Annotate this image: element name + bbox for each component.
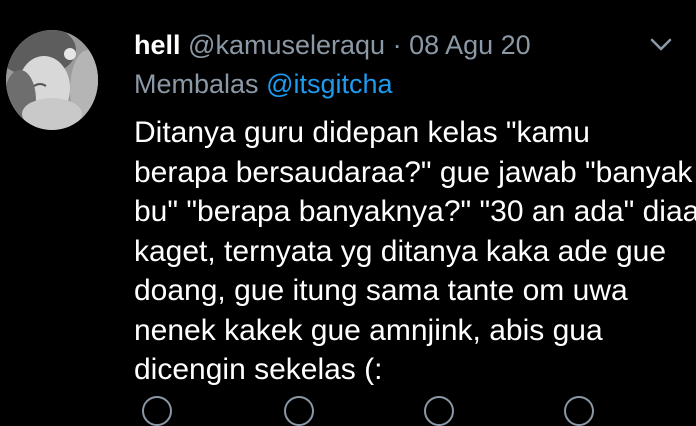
reply-prefix: Membalas (134, 69, 259, 99)
display-name[interactable]: hell (134, 30, 181, 60)
reply-context: Membalas @itsgitcha (134, 67, 393, 101)
tweet[interactable]: hell @kamuseleraqu · 08 Agu 20 Membalas … (0, 0, 696, 426)
tweet-text-line: bu" "berapa banyaknya?" "30 an ada" diaa (134, 195, 696, 228)
tweet-text: Ditanya guru didepan kelas "kamu berapa … (134, 113, 696, 390)
like-icon[interactable] (424, 396, 454, 426)
chevron-down-icon[interactable] (646, 30, 676, 60)
tweet-text-line: berapa bersaudaraa?" gue jawab "banyak (134, 155, 693, 189)
tweet-date[interactable]: 08 Agu 20 (409, 30, 531, 60)
tweet-text-line: dicengin sekelas (: (134, 353, 383, 386)
tweet-header: hell @kamuseleraqu · 08 Agu 20 (134, 28, 531, 62)
retweet-icon[interactable] (284, 396, 314, 426)
user-handle[interactable]: @kamuseleraqu (188, 30, 385, 60)
header-separator: · (392, 30, 402, 60)
avatar-photo (6, 30, 98, 130)
tweet-text-line: kaget, ternyata yg ditanya kaka ade gue (134, 234, 667, 268)
user-avatar[interactable] (6, 30, 98, 130)
tweet-text-line: doang, gue itung sama tante om uwa (134, 274, 628, 307)
reply-mention-link[interactable]: @itsgitcha (266, 69, 392, 99)
reply-icon[interactable] (142, 396, 172, 426)
tweet-actions (134, 396, 654, 426)
tweet-text-line: nenek kakek gue amnjink, abis gua (134, 313, 603, 347)
tweet-text-line: Ditanya guru didepan kelas "kamu (134, 116, 590, 149)
share-icon[interactable] (564, 396, 594, 426)
